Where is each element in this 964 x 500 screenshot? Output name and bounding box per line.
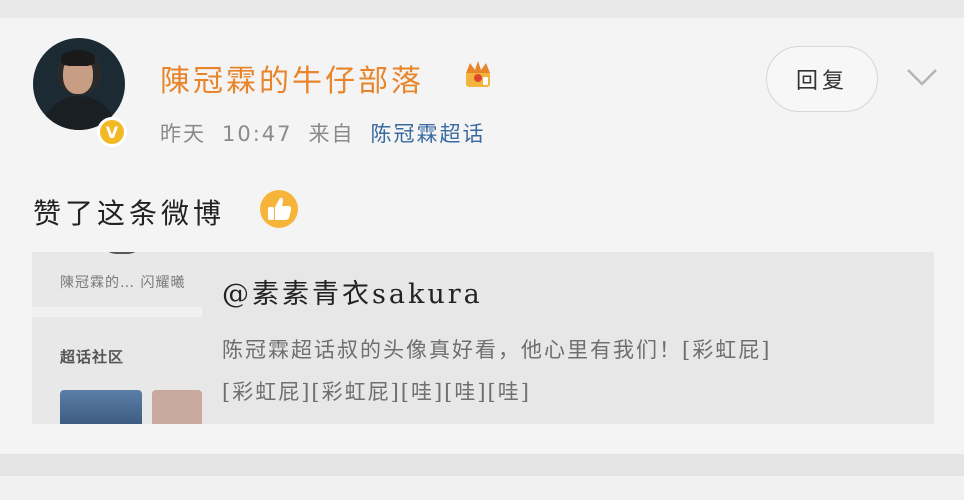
chevron-down-icon[interactable]: [905, 66, 939, 88]
time-label: 昨天: [160, 122, 206, 146]
quoted-author[interactable]: @素素青衣sakura: [222, 272, 483, 311]
post-meta: 昨天 10:47 来自 陈冠霖超话: [160, 118, 486, 148]
reply-button[interactable]: 回复: [766, 46, 878, 112]
post-time: 10:47: [222, 122, 293, 146]
verified-badge: V: [97, 117, 127, 147]
quoted-text-line: 陈冠霖超话叔的头像真好看，他心里有我们！[彩虹屁]: [222, 338, 772, 362]
quoted-text-line: [彩虹屁][彩虹屁][哇][哇][哇]: [222, 380, 531, 404]
background-thumbnail: [60, 390, 142, 424]
next-card-edge: [0, 476, 964, 500]
source-prefix: 来自: [308, 122, 355, 146]
thumbs-up-icon: [260, 190, 298, 228]
background-thumbnail: [152, 390, 202, 424]
crown-icon: [466, 61, 490, 87]
action-text: 赞了这条微博: [33, 197, 226, 230]
background-caption: 陳冠霖的… 闪耀曦: [60, 275, 186, 291]
background-heading: 超话社区: [60, 348, 125, 366]
username[interactable]: 陳冠霖的牛仔部落: [160, 56, 424, 100]
background-panel: 陳冠霖的… 闪耀曦 超话社区: [32, 252, 202, 424]
source-link[interactable]: 陈冠霖超话: [371, 122, 486, 146]
